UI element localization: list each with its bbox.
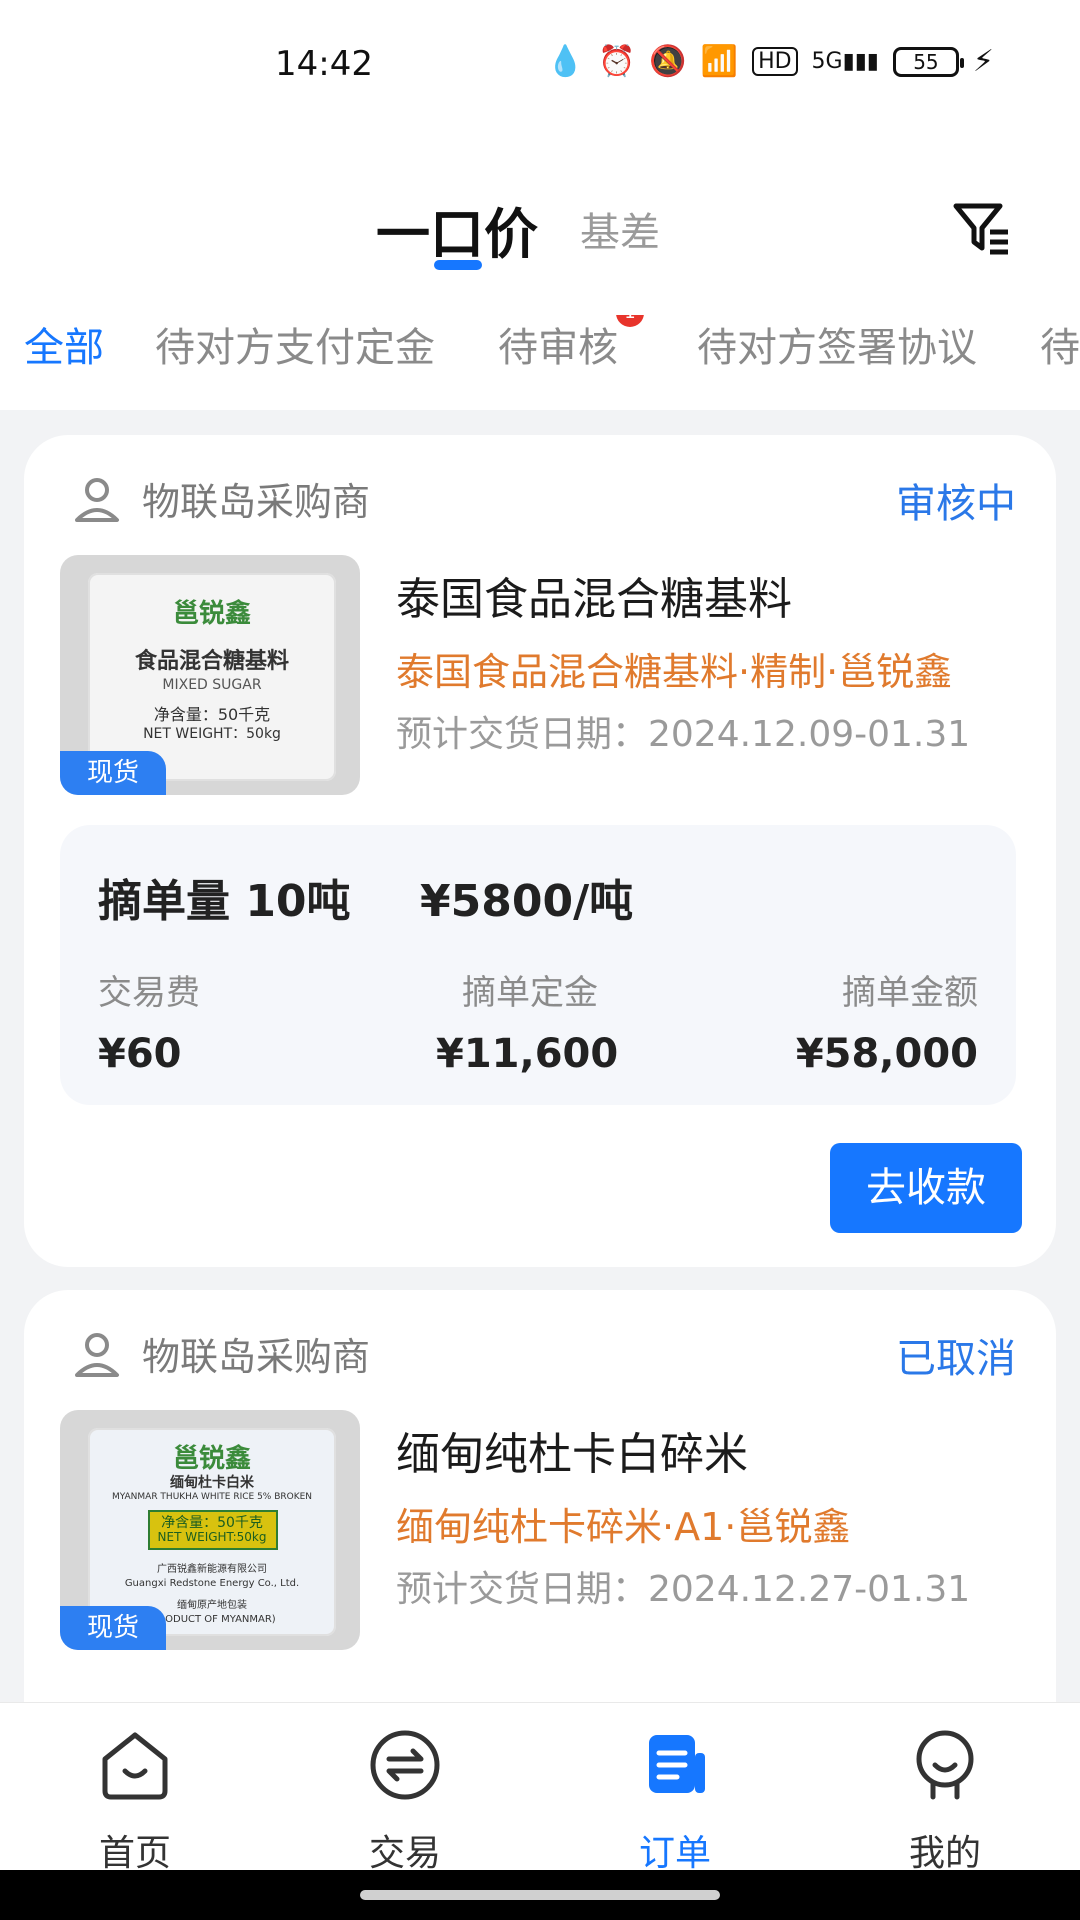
product-spec: 泰国食品混合糖基料·精制·邕锐鑫 — [396, 650, 953, 694]
bag-company-cn: 广西锐鑫新能源有限公司 — [157, 1564, 267, 1575]
delivery-date: 预计交货日期：2024.12.09-01.31 — [396, 714, 971, 755]
buyer-info: 物联岛采购商 — [70, 1326, 370, 1381]
bag-company-en: Guangxi Redstone Energy Co., Ltd. — [124, 1578, 300, 1589]
fee-value: ¥60 — [98, 1031, 182, 1077]
nav-orders[interactable]: 订单 — [595, 1725, 755, 1876]
exchange-icon — [370, 1730, 440, 1800]
status-tab-more[interactable]: 待 — [1040, 315, 1080, 373]
nav-profile[interactable]: 我的 — [865, 1725, 1025, 1876]
order-status: 已取消 — [896, 1336, 1016, 1382]
gesture-area — [0, 1870, 1080, 1920]
order-status: 审核中 — [896, 481, 1016, 527]
product-name: 泰国食品混合糖基料 — [396, 574, 792, 625]
bottom-navigation: 首页 交易 订单 我的 — [0, 1702, 1080, 1874]
nav-orders-label: 订单 — [638, 1833, 711, 1874]
water-drop-icon: 💧 — [546, 44, 584, 79]
battery-level: 55 — [913, 49, 939, 74]
bag-subtitle-text: MYANMAR THUKHA WHITE RICE 5% BROKEN — [111, 1492, 313, 1502]
delivery-date: 预计交货日期：2024.12.27-01.31 — [396, 1569, 971, 1610]
product-spec: 缅甸纯杜卡碎米·A1·邕锐鑫 — [396, 1505, 851, 1549]
amount-label: 摘单金额 — [842, 973, 978, 1013]
order-card[interactable]: 物联岛采购商 审核中 邕锐鑫 食品混合糖基料 MIXED SUGAR 净含量：5… — [24, 435, 1056, 1267]
nav-trade[interactable]: 交易 — [325, 1725, 485, 1876]
nav-profile-label: 我的 — [908, 1833, 981, 1874]
active-tab-indicator — [434, 260, 482, 270]
spot-badge: 现货 — [60, 1606, 166, 1650]
nav-trade-label: 交易 — [368, 1833, 441, 1874]
bag-net-weight-en: NET WEIGHT:50kg — [157, 1530, 267, 1544]
charging-icon: ⚡ — [972, 44, 994, 79]
product-name: 缅甸纯杜卡白碎米 — [396, 1429, 748, 1480]
spot-badge: 现货 — [60, 751, 166, 795]
bag-label-text: 食品混合糖基料 — [134, 649, 289, 674]
home-indicator[interactable] — [360, 1890, 720, 1900]
bag-brand-text: 邕锐鑫 — [172, 1444, 251, 1474]
mute-icon: 🔕 — [649, 44, 687, 79]
nav-home[interactable]: 首页 — [55, 1725, 215, 1876]
5g-signal-icon: 5G▮▮▮ — [811, 49, 879, 74]
bag-label-text: 缅甸杜卡白米 — [170, 1475, 254, 1491]
bag-net-weight-en: NET WEIGHT：50kg — [143, 726, 281, 742]
order-icon — [649, 1735, 705, 1793]
notification-badge: 1 — [616, 315, 644, 327]
amount-value: ¥58,000 — [795, 1031, 978, 1077]
tab-fixed-price[interactable]: 一口价 — [376, 190, 538, 269]
user-icon — [75, 477, 119, 522]
status-tab-pending-review-label: 待审核 — [498, 325, 618, 371]
product-image[interactable]: 邕锐鑫 食品混合糖基料 MIXED SUGAR 净含量：50千克 NET WEI… — [60, 555, 360, 795]
product-bag-image: 邕锐鑫 食品混合糖基料 MIXED SUGAR 净含量：50千克 NET WEI… — [88, 573, 336, 781]
status-bar: 14:42 💧 ⏰ 🔕 📶 HD 5G▮▮▮ 55 ⚡ — [0, 0, 1080, 130]
unit-price: ¥5800/吨 — [420, 876, 634, 927]
product-bag-image: 邕锐鑫 缅甸杜卡白米 MYANMAR THUKHA WHITE RICE 5% … — [88, 1428, 336, 1636]
order-summary: 摘单量 10吨 ¥5800/吨 交易费 ¥60 摘单定金 ¥11,600 摘单金… — [60, 825, 1016, 1105]
bag-net-weight-cn: 净含量：50千克 — [161, 1515, 263, 1531]
tab-basis[interactable]: 基差 — [580, 200, 660, 258]
hd-icon: HD — [752, 47, 798, 76]
page-header: 一口价 基差 全部 待对方支付定金 待审核 1 待对方签署协议 待 — [0, 130, 1080, 410]
battery-icon: 55 — [892, 46, 964, 77]
filter-icon — [953, 203, 1008, 255]
fee-label: 交易费 — [98, 973, 200, 1013]
profile-icon — [916, 1730, 974, 1800]
buyer-name: 物联岛采购商 — [142, 1335, 371, 1379]
user-icon — [75, 1332, 119, 1377]
wifi-icon: 📶 — [700, 44, 739, 79]
buyer-info: 物联岛采购商 — [70, 471, 370, 526]
pick-quantity: 摘单量 10吨 — [98, 876, 351, 927]
filter-button[interactable] — [950, 196, 1014, 260]
deposit-label: 摘单定金 — [462, 973, 598, 1013]
status-tab-pending-review[interactable]: 待审核 1 — [498, 315, 644, 373]
status-time: 14:42 — [275, 44, 373, 84]
price-mode-tabs: 一口价 基差 — [0, 160, 1080, 280]
bag-subtitle-text: MIXED SUGAR — [162, 677, 262, 693]
home-icon — [102, 1732, 168, 1800]
status-tab-all[interactable]: 全部 — [24, 315, 104, 373]
alarm-icon: ⏰ — [597, 44, 636, 79]
deposit-value: ¥11,600 — [436, 1031, 619, 1077]
bag-brand-text: 邕锐鑫 — [172, 599, 251, 629]
status-tab-awaiting-deposit[interactable]: 待对方支付定金 — [155, 315, 435, 373]
status-tab-awaiting-signature[interactable]: 待对方签署协议 — [697, 315, 977, 373]
nav-home-label: 首页 — [98, 1833, 171, 1874]
bag-net-weight-cn: 净含量：50千克 — [153, 705, 271, 724]
buyer-name: 物联岛采购商 — [142, 480, 371, 524]
product-image[interactable]: 邕锐鑫 缅甸杜卡白米 MYANMAR THUKHA WHITE RICE 5% … — [60, 1410, 360, 1650]
status-icons: 💧 ⏰ 🔕 📶 HD 5G▮▮▮ 55 ⚡ — [547, 44, 994, 79]
collect-payment-button[interactable]: 去收款 — [830, 1143, 1022, 1233]
order-status-tabs: 全部 待对方支付定金 待审核 1 待对方签署协议 待 — [0, 315, 1080, 395]
